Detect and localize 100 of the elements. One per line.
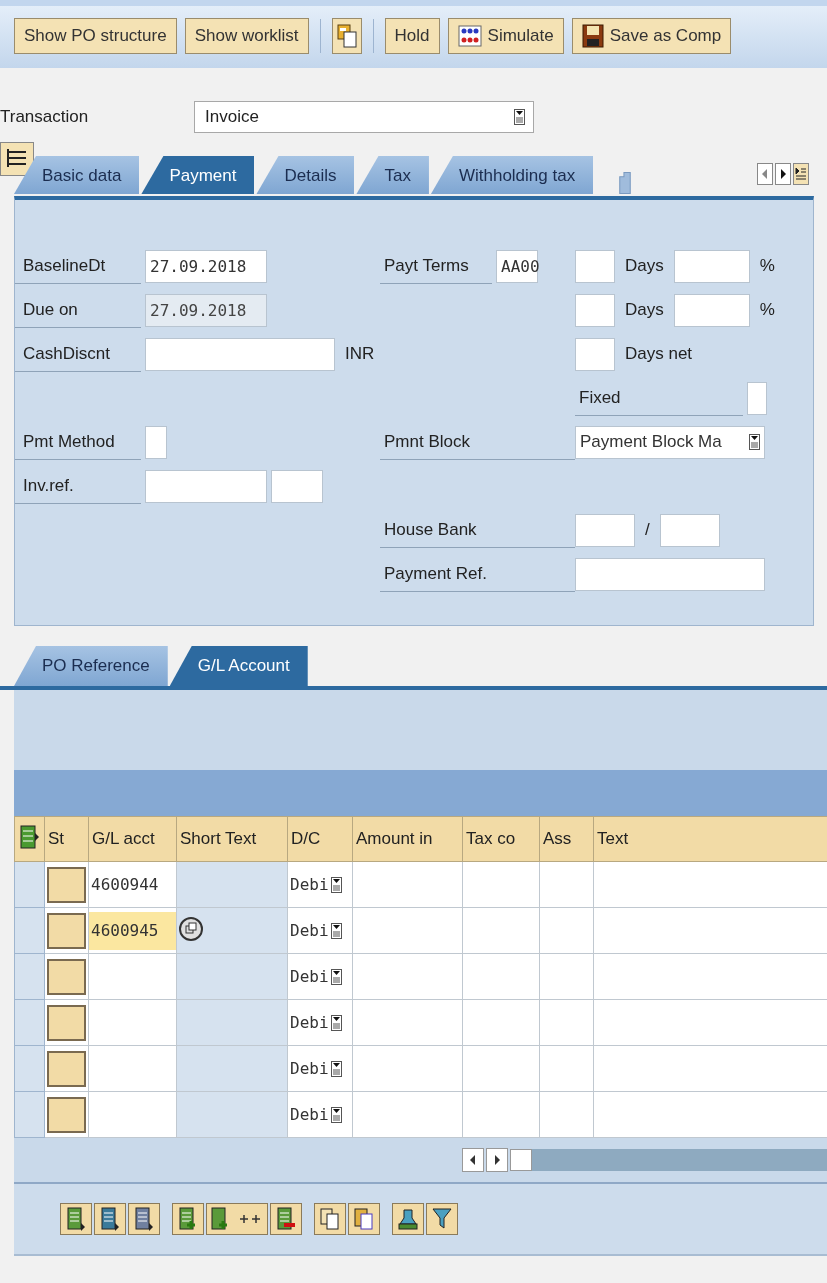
status-cell (47, 866, 86, 903)
copy-button[interactable] (331, 18, 362, 54)
column-header[interactable]: Tax co (462, 816, 540, 862)
input-field[interactable]: 27.09.2018 (145, 249, 267, 283)
detail-icon (66, 1207, 86, 1231)
input-field[interactable] (575, 513, 635, 547)
dropdown-icon (749, 434, 760, 450)
status-cell (47, 1050, 86, 1087)
input-field[interactable]: 4600945 (89, 911, 176, 950)
field-label: Fixed (575, 380, 743, 416)
field-label: Payt Terms (380, 248, 492, 284)
delete-row-button[interactable] (270, 1203, 302, 1235)
dots-icon (457, 25, 482, 47)
deselect-button[interactable] (128, 1203, 160, 1235)
input-field[interactable] (575, 249, 615, 283)
column-header[interactable]: G/L acct (88, 816, 177, 862)
scroll-right-icon[interactable] (486, 1148, 508, 1172)
field-label: Due on (15, 292, 141, 328)
input-field[interactable] (673, 249, 750, 283)
paste-button[interactable] (348, 1203, 380, 1235)
tab[interactable]: Withholding tax (430, 156, 594, 194)
tab[interactable]: G/L Account (169, 646, 308, 686)
status-cell (47, 1004, 86, 1041)
unit-text: % (758, 256, 776, 276)
row-selector[interactable] (14, 999, 45, 1046)
insert-row-button[interactable] (172, 1203, 204, 1235)
tab-stack-icon (619, 172, 632, 194)
value-help-icon[interactable] (179, 915, 203, 942)
dropdown-icon (514, 109, 525, 125)
input-field[interactable] (575, 293, 615, 327)
checkbox[interactable] (747, 381, 767, 415)
column-header[interactable]: Amount in (352, 816, 463, 862)
input-field[interactable] (271, 469, 323, 503)
deselect-icon (134, 1207, 154, 1231)
field-label: Transaction (0, 107, 90, 127)
status-cell (47, 1096, 86, 1133)
copy-button[interactable] (314, 1203, 346, 1235)
toolbar-button[interactable]: Hold (384, 18, 440, 54)
dropdown-field[interactable]: Payment Block Ma (575, 425, 765, 459)
column-header[interactable]: Text (593, 816, 827, 862)
column-header[interactable]: Short Text (176, 816, 288, 862)
select-all-icon[interactable] (19, 824, 40, 849)
dropdown-icon (330, 876, 342, 893)
unit-text: Days (624, 300, 665, 320)
status-cell (47, 912, 86, 949)
toolbar-button[interactable]: Simulate (447, 18, 564, 54)
column-header[interactable]: D/C (287, 816, 353, 862)
tab[interactable]: PO Reference (14, 646, 168, 686)
row-selector[interactable] (14, 953, 45, 1000)
unit-text: / (644, 520, 651, 540)
paste-icon (353, 1207, 375, 1231)
filter-icon (431, 1207, 453, 1231)
field-label: Pmt Method (15, 424, 141, 460)
row-selector[interactable] (14, 907, 45, 954)
toolbar-button[interactable]: Show PO structure (14, 18, 177, 54)
dropdown-icon (330, 1014, 342, 1031)
dropdown-icon (330, 1106, 342, 1123)
delete-row-icon (276, 1207, 296, 1231)
scroll-left-icon[interactable] (462, 1148, 484, 1172)
input-field[interactable] (659, 513, 720, 547)
toolbar-button[interactable]: Show worklist (184, 18, 309, 54)
row-selector[interactable] (14, 861, 45, 908)
detail-button[interactable] (60, 1203, 92, 1235)
filter-button[interactable] (426, 1203, 458, 1235)
tab[interactable]: Tax (356, 156, 429, 194)
select-block-icon (100, 1207, 120, 1231)
row-selector[interactable] (14, 1045, 45, 1092)
input-field[interactable] (575, 337, 615, 371)
copy-icon (336, 24, 357, 48)
input-field[interactable] (145, 469, 267, 503)
toggle-button[interactable] (0, 142, 34, 176)
unit-text: % (758, 300, 776, 320)
column-header[interactable]: Ass (539, 816, 594, 862)
column-header[interactable]: St (44, 816, 89, 862)
select-block-button[interactable] (94, 1203, 126, 1235)
unit-text: Days (624, 256, 665, 276)
dropdown-field[interactable]: Invoice (194, 101, 534, 133)
tab[interactable]: Payment (141, 156, 255, 194)
dropdown-icon (330, 968, 342, 985)
dropdown-icon (330, 1060, 342, 1077)
row-selector[interactable] (14, 1091, 45, 1138)
scroll-right-icon[interactable] (775, 163, 791, 185)
input-field[interactable] (575, 557, 765, 591)
toolbar-button[interactable]: Save as Comp (571, 18, 732, 54)
input-field[interactable] (145, 337, 335, 371)
dropdown-icon (330, 922, 342, 939)
input-field[interactable] (145, 425, 167, 459)
field-label: Inv.ref. (15, 468, 141, 504)
tab[interactable]: Details (256, 156, 355, 194)
tab-list-icon[interactable] (793, 163, 809, 185)
field-label: BaselineDt (15, 248, 141, 284)
insert-row-icon (178, 1207, 198, 1231)
tab[interactable]: Basic data (14, 156, 140, 194)
copy-icon (319, 1207, 341, 1231)
input-field[interactable]: AA00 (496, 249, 538, 283)
input-field[interactable] (673, 293, 750, 327)
field-label: CashDiscnt (15, 336, 141, 372)
insert-rows-button[interactable] (206, 1203, 268, 1235)
scrollbar[interactable] (510, 1149, 827, 1171)
unit-text: INR (344, 344, 376, 364)
